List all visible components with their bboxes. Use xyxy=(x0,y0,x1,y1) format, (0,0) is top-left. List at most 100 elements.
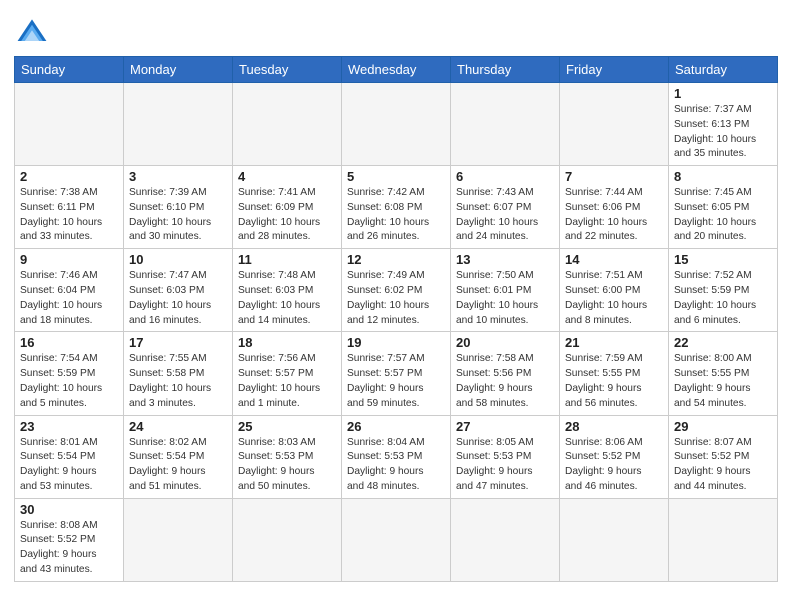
day-info: Sunrise: 7:49 AM Sunset: 6:02 PM Dayligh… xyxy=(347,269,445,328)
weekday-header-wednesday: Wednesday xyxy=(342,57,451,83)
day-cell: 29Sunrise: 8:07 AM Sunset: 5:52 PM Dayli… xyxy=(669,415,778,498)
day-number: 28 xyxy=(565,419,663,434)
day-cell: 20 Sunrise: 7:58 AM Sunset: 5:56 PM Dayli… xyxy=(451,332,560,415)
day-number: 7 xyxy=(565,169,663,184)
day-cell: 4 Sunrise: 7:41 AM Sunset: 6:09 PM Daylig… xyxy=(233,166,342,249)
day-number: 21 xyxy=(565,335,663,350)
day-cell: 18Sunrise: 7:56 AM Sunset: 5:57 PM Dayli… xyxy=(233,332,342,415)
day-cell xyxy=(15,83,124,166)
day-info: Sunrise: 7:55 AM Sunset: 5:58 PM Dayligh… xyxy=(129,352,227,411)
day-cell: 22 Sunrise: 8:00 AM Sunset: 5:55 PM Dayli… xyxy=(669,332,778,415)
day-info: Sunrise: 8:03 AM Sunset: 5:53 PM Dayligh… xyxy=(238,436,336,495)
day-cell: 8 Sunrise: 7:45 AM Sunset: 6:05 PM Daylig… xyxy=(669,166,778,249)
day-number: 19 xyxy=(347,335,445,350)
day-cell: 19 Sunrise: 7:57 AM Sunset: 5:57 PM Dayli… xyxy=(342,332,451,415)
logo-icon xyxy=(14,14,50,50)
weekday-header-row: SundayMondayTuesdayWednesdayThursdayFrid… xyxy=(15,57,778,83)
week-row-3: 16Sunrise: 7:54 AM Sunset: 5:59 PM Dayli… xyxy=(15,332,778,415)
weekday-header-monday: Monday xyxy=(124,57,233,83)
day-info: Sunrise: 8:04 AM Sunset: 5:53 PM Dayligh… xyxy=(347,436,445,495)
week-row-0: 1Sunrise: 7:37 AM Sunset: 6:13 PM Daylig… xyxy=(15,83,778,166)
day-number: 22 xyxy=(674,335,772,350)
day-info: Sunrise: 8:00 AM Sunset: 5:55 PM Dayligh… xyxy=(674,352,772,411)
day-info: Sunrise: 8:01 AM Sunset: 5:54 PM Dayligh… xyxy=(20,436,118,495)
day-info: Sunrise: 8:08 AM Sunset: 5:52 PM Dayligh… xyxy=(20,519,118,578)
day-cell: 1Sunrise: 7:37 AM Sunset: 6:13 PM Daylig… xyxy=(669,83,778,166)
day-number: 10 xyxy=(129,252,227,267)
day-info: Sunrise: 7:43 AM Sunset: 6:07 PM Dayligh… xyxy=(456,186,554,245)
day-cell: 7 Sunrise: 7:44 AM Sunset: 6:06 PM Daylig… xyxy=(560,166,669,249)
day-number: 8 xyxy=(674,169,772,184)
week-row-4: 23 Sunrise: 8:01 AM Sunset: 5:54 PM Dayli… xyxy=(15,415,778,498)
day-number: 3 xyxy=(129,169,227,184)
day-info: Sunrise: 7:45 AM Sunset: 6:05 PM Dayligh… xyxy=(674,186,772,245)
day-info: Sunrise: 7:46 AM Sunset: 6:04 PM Dayligh… xyxy=(20,269,118,328)
day-number: 2 xyxy=(20,169,118,184)
day-cell xyxy=(560,498,669,581)
weekday-header-friday: Friday xyxy=(560,57,669,83)
day-cell: 3 Sunrise: 7:39 AM Sunset: 6:10 PM Daylig… xyxy=(124,166,233,249)
day-info: Sunrise: 7:38 AM Sunset: 6:11 PM Dayligh… xyxy=(20,186,118,245)
day-number: 11 xyxy=(238,252,336,267)
day-number: 13 xyxy=(456,252,554,267)
day-number: 16 xyxy=(20,335,118,350)
day-number: 27 xyxy=(456,419,554,434)
day-info: Sunrise: 7:47 AM Sunset: 6:03 PM Dayligh… xyxy=(129,269,227,328)
day-info: Sunrise: 7:58 AM Sunset: 5:56 PM Dayligh… xyxy=(456,352,554,411)
page: SundayMondayTuesdayWednesdayThursdayFrid… xyxy=(0,0,792,612)
day-cell: 10 Sunrise: 7:47 AM Sunset: 6:03 PM Dayli… xyxy=(124,249,233,332)
day-number: 26 xyxy=(347,419,445,434)
day-number: 24 xyxy=(129,419,227,434)
week-row-1: 2 Sunrise: 7:38 AM Sunset: 6:11 PM Daylig… xyxy=(15,166,778,249)
day-info: Sunrise: 7:52 AM Sunset: 5:59 PM Dayligh… xyxy=(674,269,772,328)
day-number: 14 xyxy=(565,252,663,267)
day-number: 18 xyxy=(238,335,336,350)
day-cell: 12 Sunrise: 7:49 AM Sunset: 6:02 PM Dayli… xyxy=(342,249,451,332)
day-number: 23 xyxy=(20,419,118,434)
day-cell: 28Sunrise: 8:06 AM Sunset: 5:52 PM Dayli… xyxy=(560,415,669,498)
day-cell xyxy=(233,83,342,166)
week-row-2: 9 Sunrise: 7:46 AM Sunset: 6:04 PM Daylig… xyxy=(15,249,778,332)
day-cell: 30 Sunrise: 8:08 AM Sunset: 5:52 PM Dayli… xyxy=(15,498,124,581)
day-info: Sunrise: 7:51 AM Sunset: 6:00 PM Dayligh… xyxy=(565,269,663,328)
day-number: 12 xyxy=(347,252,445,267)
day-info: Sunrise: 7:41 AM Sunset: 6:09 PM Dayligh… xyxy=(238,186,336,245)
day-cell xyxy=(124,498,233,581)
day-cell xyxy=(342,83,451,166)
day-cell xyxy=(560,83,669,166)
day-cell xyxy=(233,498,342,581)
weekday-header-sunday: Sunday xyxy=(15,57,124,83)
day-cell: 17Sunrise: 7:55 AM Sunset: 5:58 PM Dayli… xyxy=(124,332,233,415)
day-cell xyxy=(124,83,233,166)
calendar: SundayMondayTuesdayWednesdayThursdayFrid… xyxy=(14,56,778,582)
day-cell: 21 Sunrise: 7:59 AM Sunset: 5:55 PM Dayli… xyxy=(560,332,669,415)
day-info: Sunrise: 7:39 AM Sunset: 6:10 PM Dayligh… xyxy=(129,186,227,245)
day-cell: 24 Sunrise: 8:02 AM Sunset: 5:54 PM Dayli… xyxy=(124,415,233,498)
day-info: Sunrise: 7:57 AM Sunset: 5:57 PM Dayligh… xyxy=(347,352,445,411)
day-number: 25 xyxy=(238,419,336,434)
day-number: 29 xyxy=(674,419,772,434)
day-number: 4 xyxy=(238,169,336,184)
day-cell xyxy=(451,498,560,581)
logo xyxy=(14,14,54,50)
day-cell: 16Sunrise: 7:54 AM Sunset: 5:59 PM Dayli… xyxy=(15,332,124,415)
day-cell xyxy=(669,498,778,581)
weekday-header-tuesday: Tuesday xyxy=(233,57,342,83)
day-cell: 25 Sunrise: 8:03 AM Sunset: 5:53 PM Dayli… xyxy=(233,415,342,498)
day-cell: 2 Sunrise: 7:38 AM Sunset: 6:11 PM Daylig… xyxy=(15,166,124,249)
day-number: 20 xyxy=(456,335,554,350)
day-cell: 23 Sunrise: 8:01 AM Sunset: 5:54 PM Dayli… xyxy=(15,415,124,498)
day-info: Sunrise: 7:44 AM Sunset: 6:06 PM Dayligh… xyxy=(565,186,663,245)
day-info: Sunrise: 8:02 AM Sunset: 5:54 PM Dayligh… xyxy=(129,436,227,495)
weekday-header-saturday: Saturday xyxy=(669,57,778,83)
day-info: Sunrise: 7:48 AM Sunset: 6:03 PM Dayligh… xyxy=(238,269,336,328)
day-cell xyxy=(451,83,560,166)
day-number: 1 xyxy=(674,86,772,101)
day-number: 9 xyxy=(20,252,118,267)
day-number: 30 xyxy=(20,502,118,517)
day-cell: 13Sunrise: 7:50 AM Sunset: 6:01 PM Dayli… xyxy=(451,249,560,332)
day-cell: 9 Sunrise: 7:46 AM Sunset: 6:04 PM Daylig… xyxy=(15,249,124,332)
day-info: Sunrise: 7:59 AM Sunset: 5:55 PM Dayligh… xyxy=(565,352,663,411)
week-row-5: 30 Sunrise: 8:08 AM Sunset: 5:52 PM Dayli… xyxy=(15,498,778,581)
day-cell: 27Sunrise: 8:05 AM Sunset: 5:53 PM Dayli… xyxy=(451,415,560,498)
